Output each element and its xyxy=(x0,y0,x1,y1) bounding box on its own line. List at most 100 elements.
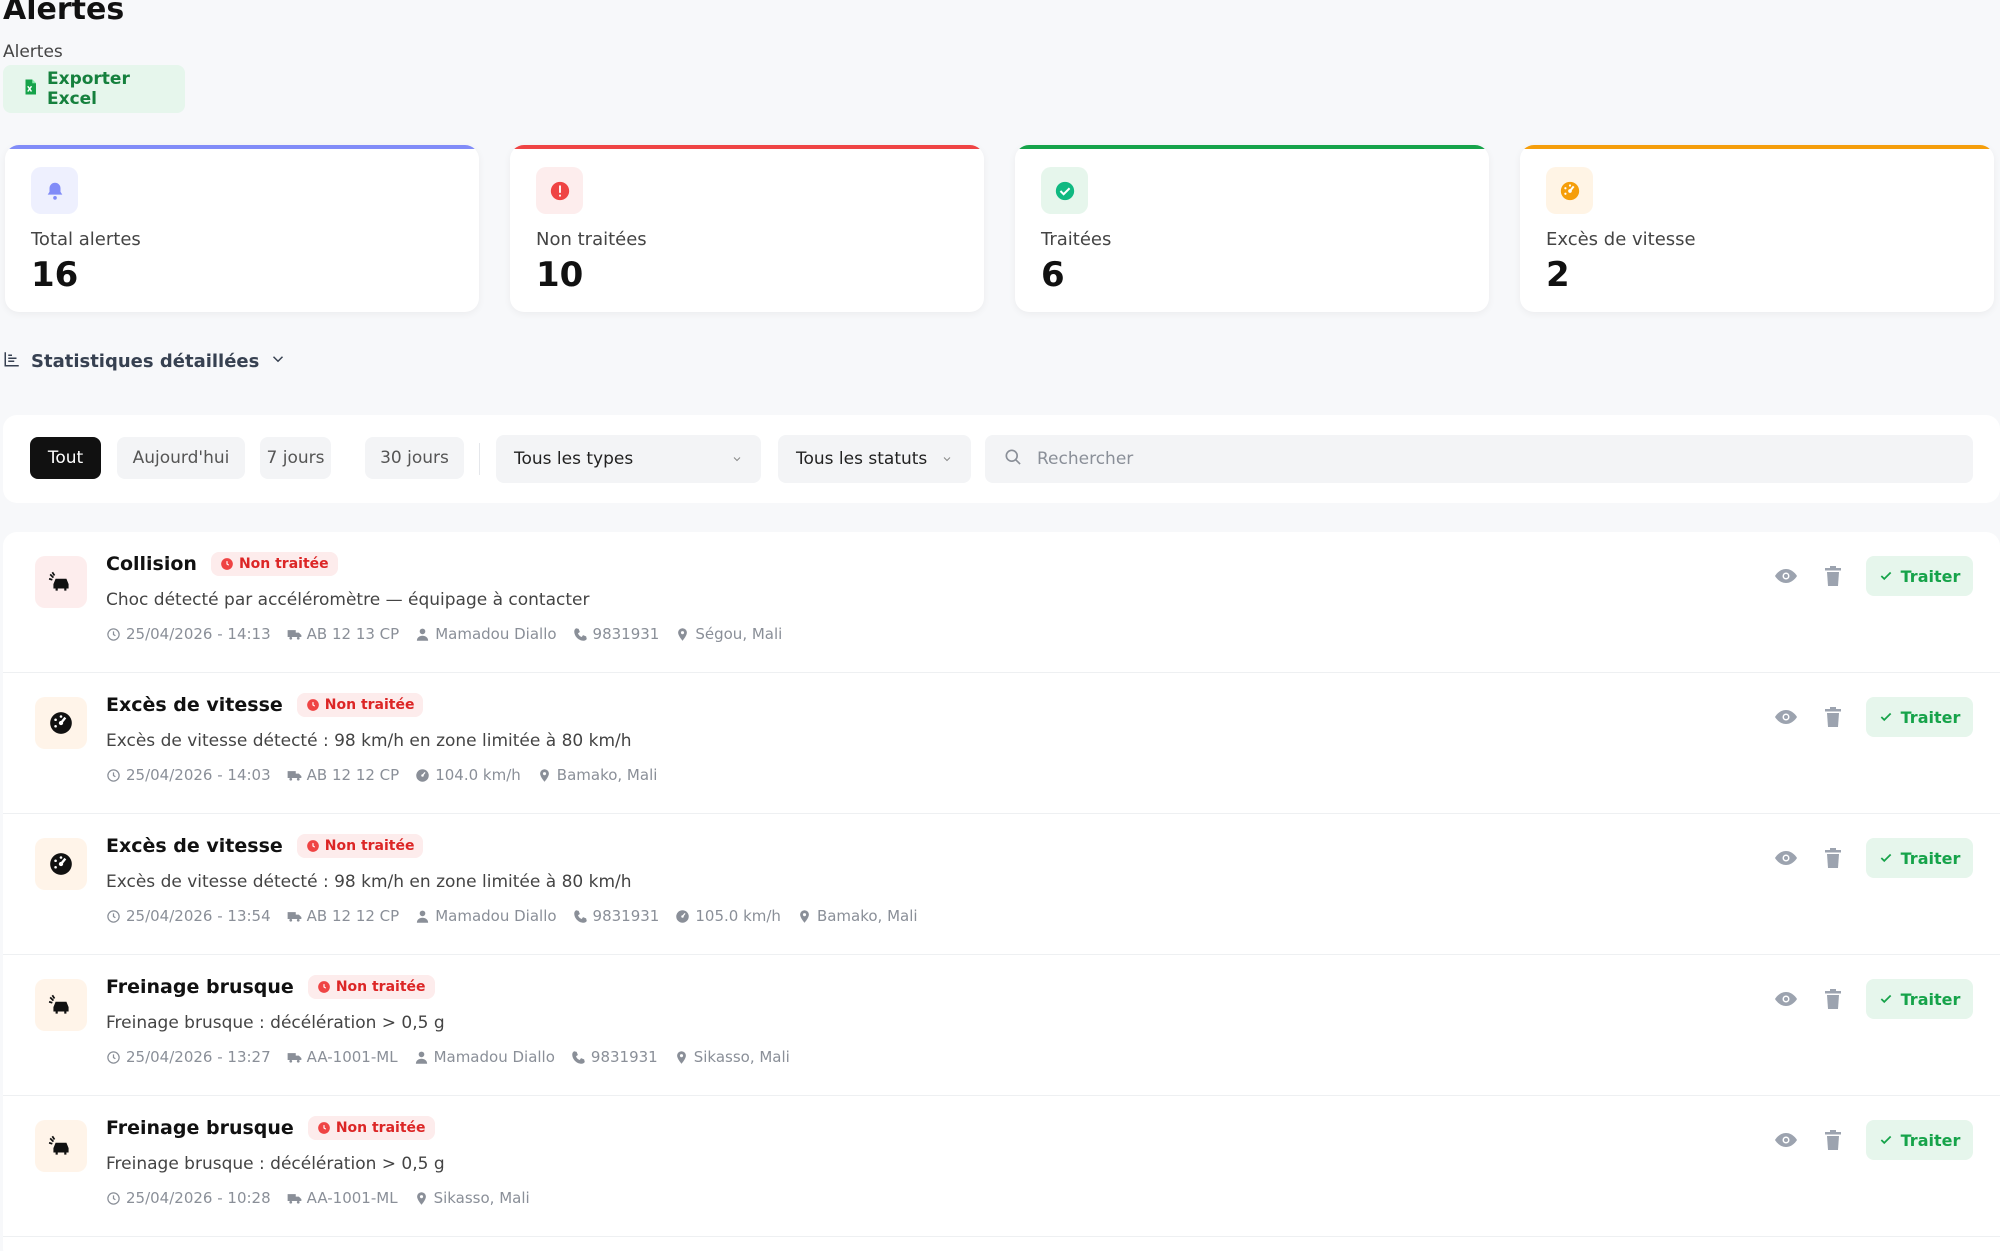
meta-vehicle: AA-1001-ML xyxy=(287,1189,398,1207)
user-icon xyxy=(417,628,429,641)
meta-location: Sikasso, Mali xyxy=(674,1048,790,1066)
clock-icon xyxy=(107,909,120,923)
meta-driver: Mamadou Diallo xyxy=(414,1048,555,1066)
meta-location: Sikasso, Mali xyxy=(414,1189,530,1207)
stats-details-toggle[interactable]: Statistiques détaillées xyxy=(3,350,287,373)
view-eye-icon[interactable] xyxy=(1772,844,1800,872)
traiter-button[interactable]: Traiter xyxy=(1866,979,1973,1019)
collision-car-icon xyxy=(35,1120,87,1172)
stat-value: 10 xyxy=(536,255,584,295)
alert-driver: Mamadou Diallo xyxy=(435,907,557,925)
delete-trash-icon[interactable] xyxy=(1819,703,1847,731)
alert-meta: 25/04/2026 - 14:03 AB 12 12 CP 104.0 km/… xyxy=(106,766,657,784)
traiter-label: Traiter xyxy=(1900,566,1961,586)
type-select[interactable]: Tous les types xyxy=(496,435,761,483)
alert-title: Freinage brusque xyxy=(106,1117,294,1139)
view-eye-icon[interactable] xyxy=(1772,703,1800,731)
breadcrumb: Alertes xyxy=(3,42,63,62)
meta-datetime: 25/04/2026 - 14:13 xyxy=(106,625,271,643)
period-filter-7-jours[interactable]: 7 jours xyxy=(260,437,331,479)
collision-car-icon xyxy=(35,979,87,1031)
search-icon xyxy=(1003,447,1023,471)
meta-datetime: 25/04/2026 - 10:28 xyxy=(106,1189,271,1207)
alert-location: Ségou, Mali xyxy=(695,625,783,643)
alert-description: Excès de vitesse détecté : 98 km/h en zo… xyxy=(106,872,632,892)
view-eye-icon[interactable] xyxy=(1772,562,1800,590)
truck-icon xyxy=(287,1193,302,1204)
search-input[interactable] xyxy=(1037,449,1937,469)
alert-datetime: 25/04/2026 - 13:27 xyxy=(126,1048,271,1066)
bell-icon xyxy=(31,167,78,214)
delete-trash-icon[interactable] xyxy=(1819,1126,1847,1154)
period-filter-30-jours[interactable]: 30 jours xyxy=(365,437,464,479)
speedometer-icon xyxy=(35,697,87,749)
alert-description: Freinage brusque : décélération > 0,5 g xyxy=(106,1154,445,1174)
user-icon xyxy=(417,910,429,923)
user-icon xyxy=(415,1051,427,1064)
clock-icon xyxy=(306,840,319,852)
alert-meta: 25/04/2026 - 14:13 AB 12 13 CP Mamadou D… xyxy=(106,625,782,643)
alert-circle-icon xyxy=(536,167,583,214)
traiter-label: Traiter xyxy=(1900,1130,1961,1150)
map-pin-icon xyxy=(416,1191,426,1205)
meta-datetime: 25/04/2026 - 13:54 xyxy=(106,907,271,925)
truck-icon xyxy=(287,1052,302,1063)
chevron-down-icon xyxy=(269,350,287,373)
map-pin-icon xyxy=(539,768,549,782)
phone-icon xyxy=(573,627,587,641)
delete-trash-icon[interactable] xyxy=(1819,985,1847,1013)
meta-vehicle: AB 12 12 CP xyxy=(287,907,399,925)
traiter-button[interactable]: Traiter xyxy=(1866,838,1973,878)
meta-location: Bamako, Mali xyxy=(537,766,657,784)
stat-label: Traitées xyxy=(1041,229,1112,250)
bar-chart-icon xyxy=(3,350,21,373)
status-select[interactable]: Tous les statuts xyxy=(778,435,971,483)
stat-accent-bar xyxy=(510,145,984,149)
traiter-label: Traiter xyxy=(1900,848,1961,868)
export-excel-button[interactable]: Exporter Excel xyxy=(3,65,185,113)
alert-phone: 9831931 xyxy=(592,907,660,925)
meta-speed: 104.0 km/h xyxy=(415,766,521,784)
excel-file-icon xyxy=(21,78,39,101)
alert-description: Freinage brusque : décélération > 0,5 g xyxy=(106,1013,445,1033)
clock-icon xyxy=(317,1122,330,1134)
status-select-value: Tous les statuts xyxy=(796,449,928,469)
stat-label: Total alertes xyxy=(31,229,141,250)
status-badge: Non traitée xyxy=(296,693,424,717)
check-icon xyxy=(1880,853,1891,863)
delete-trash-icon[interactable] xyxy=(1819,844,1847,872)
stat-label: Non traitées xyxy=(536,229,647,250)
alert-actions: Traiter xyxy=(1772,979,1973,1019)
period-filter-aujourdhui[interactable]: Aujourd'hui xyxy=(117,437,245,479)
meta-speed: 105.0 km/h xyxy=(675,907,781,925)
status-badge-label: Non traitée xyxy=(324,697,415,713)
alert-meta: 25/04/2026 - 10:28 AA-1001-ML Sikasso, M… xyxy=(106,1189,530,1207)
status-badge: Non traitée xyxy=(296,834,424,858)
traiter-button[interactable]: Traiter xyxy=(1866,556,1973,596)
alert-vehicle: AB 12 13 CP xyxy=(306,625,400,643)
traiter-button[interactable]: Traiter xyxy=(1866,697,1973,737)
alert-vehicle: AA-1001-ML xyxy=(306,1048,398,1066)
period-filter-tout[interactable]: Tout xyxy=(30,437,101,479)
stat-card-exces-vitesse: Excès de vitesse 2 xyxy=(1520,145,1994,312)
status-badge-label: Non traitée xyxy=(335,979,426,995)
map-pin-icon xyxy=(676,1050,686,1064)
alert-row[interactable]: Freinage brusque Non traitée Freinage br… xyxy=(3,1096,2000,1237)
delete-trash-icon[interactable] xyxy=(1819,562,1847,590)
alert-row[interactable]: Freinage brusque Non traitée Freinage br… xyxy=(3,955,2000,1096)
view-eye-icon[interactable] xyxy=(1772,1126,1800,1154)
traiter-button[interactable]: Traiter xyxy=(1866,1120,1973,1160)
meta-vehicle: AA-1001-ML xyxy=(287,1048,398,1066)
type-select-value: Tous les types xyxy=(514,449,634,469)
alert-row[interactable]: Excès de vitesse Non traitée Excès de vi… xyxy=(3,673,2000,814)
view-eye-icon[interactable] xyxy=(1772,985,1800,1013)
alert-row[interactable]: Collision Non traitée Choc détecté par a… xyxy=(3,532,2000,673)
stat-value: 6 xyxy=(1041,255,1065,295)
alerts-list: Collision Non traitée Choc détecté par a… xyxy=(3,532,2000,1251)
clock-icon xyxy=(107,1191,120,1205)
alert-vehicle: AB 12 12 CP xyxy=(306,766,400,784)
alert-row[interactable]: Excès de vitesse Non traitée Excès de vi… xyxy=(3,814,2000,955)
check-icon xyxy=(1880,1135,1891,1145)
status-badge: Non traitée xyxy=(210,552,338,576)
truck-icon xyxy=(287,911,302,922)
